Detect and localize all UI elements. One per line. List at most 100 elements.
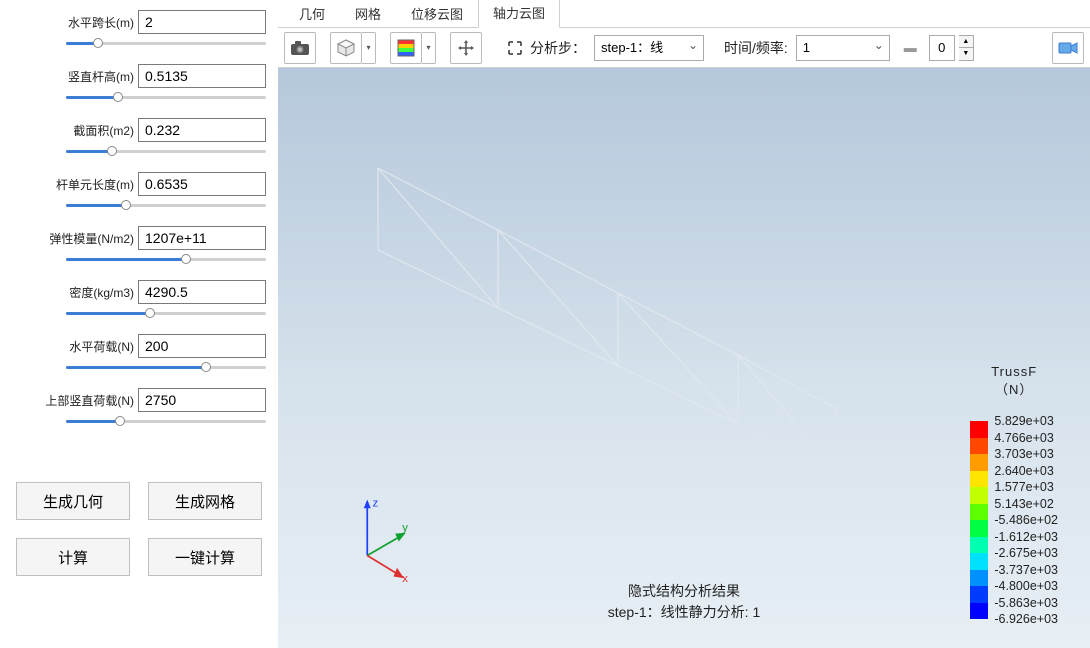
frame-input[interactable]	[929, 35, 955, 61]
expand-left-icon[interactable]	[508, 41, 522, 55]
svg-text:x: x	[402, 573, 408, 585]
param-row: 水平荷载(N)	[12, 334, 266, 374]
param-sidebar: 水平跨长(m) 竖直杆高(m) 截面积(m2)	[0, 0, 278, 648]
param-row: 截面积(m2)	[12, 118, 266, 158]
gen-mesh-button[interactable]: 生成网格	[148, 482, 262, 520]
sep-icon: ▬	[904, 40, 917, 55]
legend-segment	[970, 570, 988, 587]
param-input[interactable]	[138, 118, 266, 142]
compute-button[interactable]: 计算	[16, 538, 130, 576]
legend-value: -4.800e+03	[994, 578, 1058, 595]
legend-value: -3.737e+03	[994, 562, 1058, 579]
video-icon	[1058, 41, 1078, 55]
legend-value: 5.829e+03	[994, 413, 1058, 430]
step-label: 分析步：	[530, 38, 586, 58]
tab-网格[interactable]: 网格	[340, 0, 396, 28]
legend-value: -5.863e+03	[994, 595, 1058, 612]
param-input[interactable]	[138, 334, 266, 358]
param-slider[interactable]	[66, 144, 266, 158]
toolbar: ▾ ▾ 分析步：	[278, 28, 1090, 68]
param-input[interactable]	[138, 64, 266, 88]
param-input[interactable]	[138, 172, 266, 196]
param-row: 弹性模量(N/m2)	[12, 226, 266, 266]
legend-segment	[970, 454, 988, 471]
legend-segment	[970, 537, 988, 554]
viewport[interactable]: z y x 隐式结构分析结果 step-1：线性静力分析: 1 TrussF（N…	[278, 68, 1090, 648]
gen-geom-button[interactable]: 生成几何	[16, 482, 130, 520]
param-row: 密度(kg/m3)	[12, 280, 266, 320]
legend-segment	[970, 586, 988, 603]
svg-text:z: z	[373, 498, 379, 510]
spin-up[interactable]: ▲	[959, 36, 973, 48]
param-label: 水平跨长(m)	[68, 14, 134, 31]
legend-value: 2.640e+03	[994, 463, 1058, 480]
param-row: 杆单元长度(m)	[12, 172, 266, 212]
video-button[interactable]	[1052, 32, 1084, 64]
param-input[interactable]	[138, 10, 266, 34]
cube-dropdown[interactable]: ▾	[362, 32, 376, 64]
svg-text:y: y	[402, 522, 408, 534]
legend-value: -6.926e+03	[994, 611, 1058, 628]
camera-icon	[290, 40, 310, 56]
tab-位移云图[interactable]: 位移云图	[396, 0, 478, 28]
legend-segment	[970, 520, 988, 537]
color-legend: TrussF（N） 5.829e+034.766e+033.703e+032.6…	[970, 363, 1058, 628]
legend-value: 4.766e+03	[994, 430, 1058, 447]
spin-down[interactable]: ▼	[959, 48, 973, 60]
param-row: 水平跨长(m)	[12, 10, 266, 50]
param-input[interactable]	[138, 280, 266, 304]
param-label: 水平荷载(N)	[69, 338, 134, 355]
legend-segment	[970, 603, 988, 620]
caption-line1: 隐式结构分析结果	[608, 581, 760, 602]
move-icon	[457, 39, 475, 57]
legend-value: -2.675e+03	[994, 545, 1058, 562]
viewport-caption: 隐式结构分析结果 step-1：线性静力分析: 1	[608, 581, 760, 623]
colormap-dropdown[interactable]: ▾	[422, 32, 436, 64]
param-row: 竖直杆高(m)	[12, 64, 266, 104]
onekey-button[interactable]: 一键计算	[148, 538, 262, 576]
param-slider[interactable]	[66, 252, 266, 266]
move-button[interactable]	[450, 32, 482, 64]
param-label: 杆单元长度(m)	[56, 176, 134, 193]
colormap-button[interactable]	[390, 32, 422, 64]
truss-wireframe	[318, 158, 838, 488]
time-select[interactable]: 1	[796, 35, 890, 61]
param-label: 竖直杆高(m)	[68, 68, 134, 85]
param-input[interactable]	[138, 226, 266, 250]
tabs: 几何网格位移云图轴力云图	[278, 0, 1090, 28]
tab-轴力云图[interactable]: 轴力云图	[478, 0, 560, 28]
param-slider[interactable]	[66, 414, 266, 428]
legend-segment	[970, 421, 988, 438]
param-slider[interactable]	[66, 198, 266, 212]
axis-gizmo: z y x	[348, 488, 418, 588]
param-label: 密度(kg/m3)	[69, 284, 134, 301]
param-slider[interactable]	[66, 306, 266, 320]
time-label: 时间/频率:	[724, 38, 788, 58]
cube-icon	[336, 38, 356, 58]
param-slider[interactable]	[66, 36, 266, 50]
param-slider[interactable]	[66, 90, 266, 104]
caption-line2: step-1：线性静力分析: 1	[608, 602, 760, 623]
cube-button[interactable]	[330, 32, 362, 64]
param-label: 上部竖直荷载(N)	[45, 392, 134, 409]
param-label: 截面积(m2)	[73, 122, 134, 139]
legend-value: -1.612e+03	[994, 529, 1058, 546]
param-slider[interactable]	[66, 360, 266, 374]
legend-title: TrussF（N）	[970, 363, 1058, 399]
param-input[interactable]	[138, 388, 266, 412]
legend-segment	[970, 487, 988, 504]
legend-value: 3.703e+03	[994, 446, 1058, 463]
legend-segment	[970, 438, 988, 455]
frame-spinner[interactable]: ▲ ▼	[959, 35, 974, 61]
legend-segment	[970, 553, 988, 570]
legend-value: -5.486e+02	[994, 512, 1058, 529]
legend-value: 5.143e+02	[994, 496, 1058, 513]
colormap-icon	[396, 38, 416, 58]
camera-button[interactable]	[284, 32, 316, 64]
legend-segment	[970, 504, 988, 521]
param-label: 弹性模量(N/m2)	[49, 230, 134, 247]
step-select[interactable]: step-1：线	[594, 35, 704, 61]
legend-value: 1.577e+03	[994, 479, 1058, 496]
tab-几何[interactable]: 几何	[284, 0, 340, 28]
param-row: 上部竖直荷载(N)	[12, 388, 266, 428]
